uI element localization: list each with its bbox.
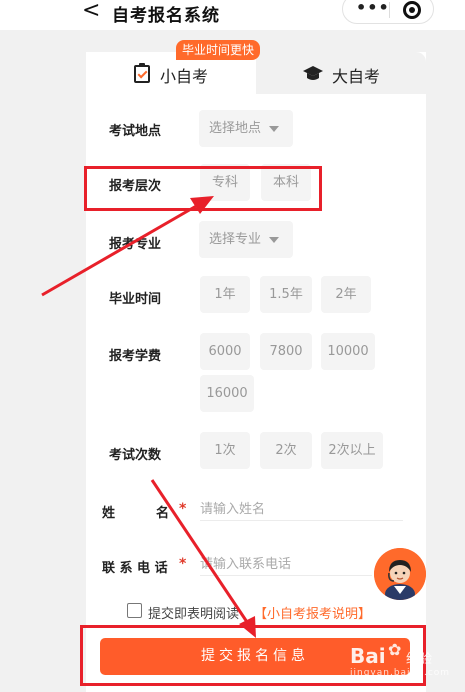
location-select[interactable]: 选择地点 xyxy=(199,110,293,147)
watermark-url: jingyan.baidu.com xyxy=(350,668,451,678)
fee-label: 报考学费 xyxy=(109,349,162,364)
required-mark: * xyxy=(179,556,187,572)
graduation-option[interactable]: 2年 xyxy=(321,276,371,313)
tab-small-exam-label: 小自考 xyxy=(160,67,209,86)
form-card: 大自考 小自考 毕业时间更快 xyxy=(86,40,426,692)
close-target-icon[interactable] xyxy=(403,1,421,19)
miniprogram-capsule: ••• xyxy=(342,0,434,24)
watermark-word: 经验 xyxy=(406,652,433,667)
tab-bar: 大自考 小自考 毕业时间更快 xyxy=(86,40,426,94)
attempts-label: 考试次数 xyxy=(109,448,162,463)
baidu-watermark: Bai ✿ 经验 jingyan.baidu.com xyxy=(350,640,462,688)
name-input[interactable] xyxy=(200,499,403,521)
agent-avatar-icon xyxy=(374,548,426,600)
page-title: 自考报名系统 xyxy=(112,6,220,26)
capsule-divider xyxy=(389,2,390,18)
chevron-down-icon xyxy=(269,126,279,132)
promo-badge: 毕业时间更快 xyxy=(176,40,261,60)
fee-option[interactable]: 7800 xyxy=(260,333,312,370)
attempts-option[interactable]: 1次 xyxy=(200,432,250,469)
location-label: 考试地点 xyxy=(109,124,162,139)
agreement-link[interactable]: 【小自考报考说明】 xyxy=(254,603,371,622)
fee-option[interactable]: 16000 xyxy=(200,375,254,412)
required-mark: * xyxy=(179,501,187,517)
agreement-text: 提交即表明阅读 xyxy=(148,607,240,622)
phone-input[interactable] xyxy=(200,554,372,576)
chevron-down-icon xyxy=(269,237,279,243)
tab-big-exam-label: 大自考 xyxy=(332,67,381,86)
major-label: 报考专业 xyxy=(109,237,162,252)
name-label-char: 姓 xyxy=(102,506,116,521)
phone-label: 联 系 电 话 xyxy=(102,561,168,576)
attempts-option[interactable]: 2次以上 xyxy=(321,432,383,469)
graduation-option[interactable]: 1年 xyxy=(200,276,250,313)
customer-service-avatar[interactable] xyxy=(374,548,426,600)
name-label-char: 名 xyxy=(156,506,170,521)
graduation-cap-icon xyxy=(303,66,323,80)
back-icon[interactable]: < xyxy=(82,0,102,24)
graduation-label: 毕业时间 xyxy=(109,292,162,307)
major-select-value: 选择专业 xyxy=(209,232,262,247)
annotation-box-level xyxy=(84,166,322,211)
tab-big-exam[interactable]: 大自考 xyxy=(256,52,426,94)
agreement-checkbox[interactable] xyxy=(127,603,142,618)
graduation-option[interactable]: 1.5年 xyxy=(260,276,312,313)
major-select[interactable]: 选择专业 xyxy=(199,221,293,258)
paw-icon: ✿ xyxy=(388,640,402,659)
attempts-option[interactable]: 2次 xyxy=(260,432,312,469)
more-menu-icon[interactable]: ••• xyxy=(356,0,390,17)
top-bar: < 自考报名系统 ••• xyxy=(0,0,465,30)
watermark-brand: Bai xyxy=(350,644,386,668)
fee-option[interactable]: 10000 xyxy=(321,333,375,370)
fee-option[interactable]: 6000 xyxy=(200,333,250,370)
clipboard-check-icon xyxy=(134,63,150,83)
location-select-value: 选择地点 xyxy=(209,121,262,136)
